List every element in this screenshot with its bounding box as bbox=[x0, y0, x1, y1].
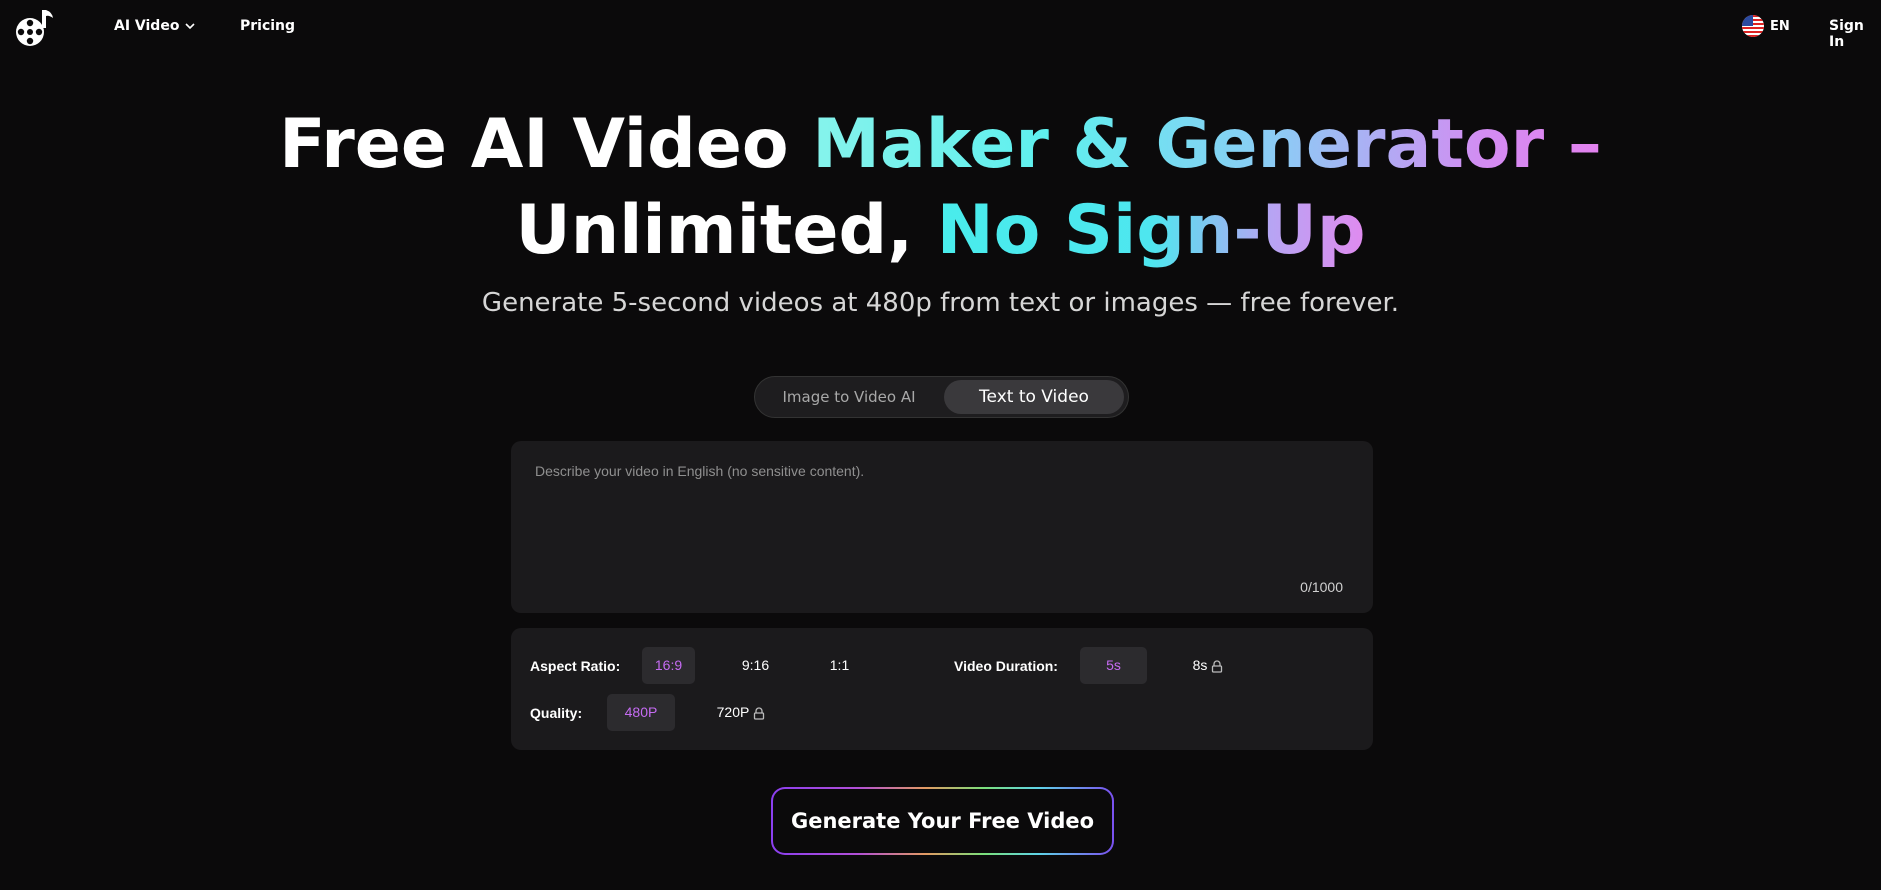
title-part-1: Free AI Video bbox=[279, 105, 813, 184]
language-label: EN bbox=[1770, 18, 1790, 34]
duration-option-8s[interactable]: 8s bbox=[1183, 647, 1233, 684]
quality-option-720p-label: 720P bbox=[716, 704, 750, 720]
page-title: Free AI Video Maker & Generator – Unlimi… bbox=[0, 102, 1881, 274]
quality-label: Quality: bbox=[530, 705, 583, 721]
duration-option-5s[interactable]: 5s bbox=[1080, 647, 1147, 684]
prompt-input[interactable] bbox=[533, 461, 1355, 575]
sign-in-link[interactable]: Sign In bbox=[1829, 18, 1881, 50]
quality-option-720p[interactable]: 720P bbox=[713, 694, 769, 731]
settings-panel: Aspect Ratio: 16:9 9:16 1:1 Video Durati… bbox=[511, 628, 1373, 750]
page-subtitle: Generate 5-second videos at 480p from te… bbox=[481, 288, 1400, 318]
nav-ai-video-dropdown[interactable]: AI Video bbox=[114, 18, 196, 34]
generate-video-label: Generate Your Free Video bbox=[773, 789, 1112, 853]
app-logo-icon[interactable] bbox=[12, 8, 54, 48]
title-part-2: Maker & Generator – bbox=[812, 105, 1602, 184]
generate-video-button[interactable]: Generate Your Free Video bbox=[771, 787, 1114, 855]
quality-option-480p[interactable]: 480P bbox=[607, 694, 675, 731]
lock-icon bbox=[754, 707, 765, 720]
title-part-4: No Sign-Up bbox=[936, 191, 1366, 270]
nav-ai-video-label: AI Video bbox=[114, 18, 180, 34]
chevron-down-icon bbox=[185, 22, 196, 29]
tab-text-to-video[interactable]: Text to Video bbox=[944, 380, 1124, 414]
character-counter: 0/1000 bbox=[1300, 579, 1343, 595]
lock-icon bbox=[1212, 660, 1223, 673]
nav-pricing-link[interactable]: Pricing bbox=[240, 18, 295, 34]
duration-option-8s-label: 8s bbox=[1192, 657, 1208, 673]
prompt-panel: 0/1000 bbox=[511, 441, 1373, 613]
top-nav: AI Video Pricing EN Sign In bbox=[0, 0, 1881, 54]
tab-image-to-video[interactable]: Image to Video AI bbox=[759, 380, 939, 414]
title-part-3: Unlimited, bbox=[515, 191, 937, 270]
aspect-ratio-label: Aspect Ratio: bbox=[530, 658, 621, 674]
aspect-option-9-16[interactable]: 9:16 bbox=[729, 647, 782, 684]
aspect-option-1-1[interactable]: 1:1 bbox=[813, 647, 866, 684]
language-selector[interactable]: EN bbox=[1742, 15, 1790, 37]
video-duration-label: Video Duration: bbox=[954, 658, 1058, 674]
mode-tabs: Image to Video AI Text to Video bbox=[754, 376, 1129, 418]
us-flag-icon bbox=[1742, 15, 1764, 37]
aspect-option-16-9[interactable]: 16:9 bbox=[642, 647, 695, 684]
